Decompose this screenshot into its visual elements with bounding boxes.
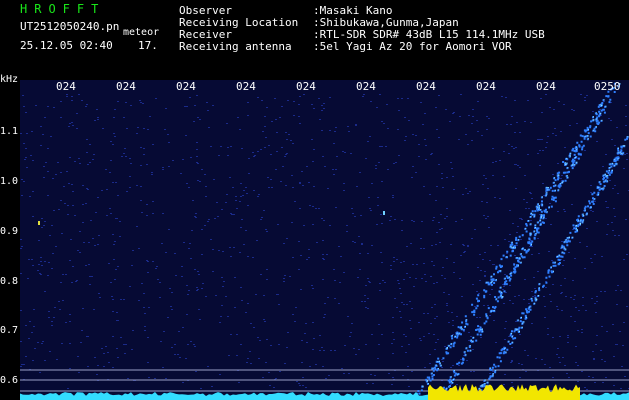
x-tick-label: 024 (416, 80, 436, 93)
y-tick-label: 0.9 (0, 226, 19, 237)
noise-dot (38, 221, 40, 225)
doppler-trace (413, 82, 621, 400)
field-label-antenna: Receiving antenna (179, 40, 292, 53)
y-tick-label: 0.6 (0, 375, 19, 386)
spectrogram-plot: 024 024 024 024 024 024 024 024 024 0250 (20, 80, 629, 400)
x-tick-label: 0250 (594, 80, 621, 93)
y-tick-label: 0.7 (0, 325, 19, 336)
program-title: HROFFT (20, 2, 106, 16)
y-axis-unit: kHz (0, 74, 19, 85)
sequence-number: 17. (138, 39, 158, 52)
x-tick-label: 024 (116, 80, 136, 93)
x-tick-label: 024 (56, 80, 76, 93)
x-tick-label: 024 (236, 80, 256, 93)
filename: UT2512050240.pn (20, 20, 120, 33)
field-value-antenna: :5el Yagi Az 20 for Aomori VOR (313, 40, 512, 53)
x-tick-label: 024 (176, 80, 196, 93)
header-panel: HROFFT UT2512050240.pn meteor 25.12.05 0… (0, 0, 629, 80)
noise-speckle (20, 94, 629, 390)
y-tick-label: 0.8 (0, 276, 19, 287)
y-tick-label: 1.0 (0, 176, 19, 187)
x-tick-label: 024 (296, 80, 316, 93)
x-tick-label: 024 (476, 80, 496, 93)
y-tick-label: 1.1 (0, 126, 19, 137)
datetime: 25.12.05 02:40 (20, 39, 113, 52)
noise-dot (383, 211, 385, 215)
x-tick-label: 024 (356, 80, 376, 93)
x-tick-label: 024 (536, 80, 556, 93)
file-suffix: meteor (123, 27, 160, 38)
spectrogram-canvas (20, 82, 629, 400)
